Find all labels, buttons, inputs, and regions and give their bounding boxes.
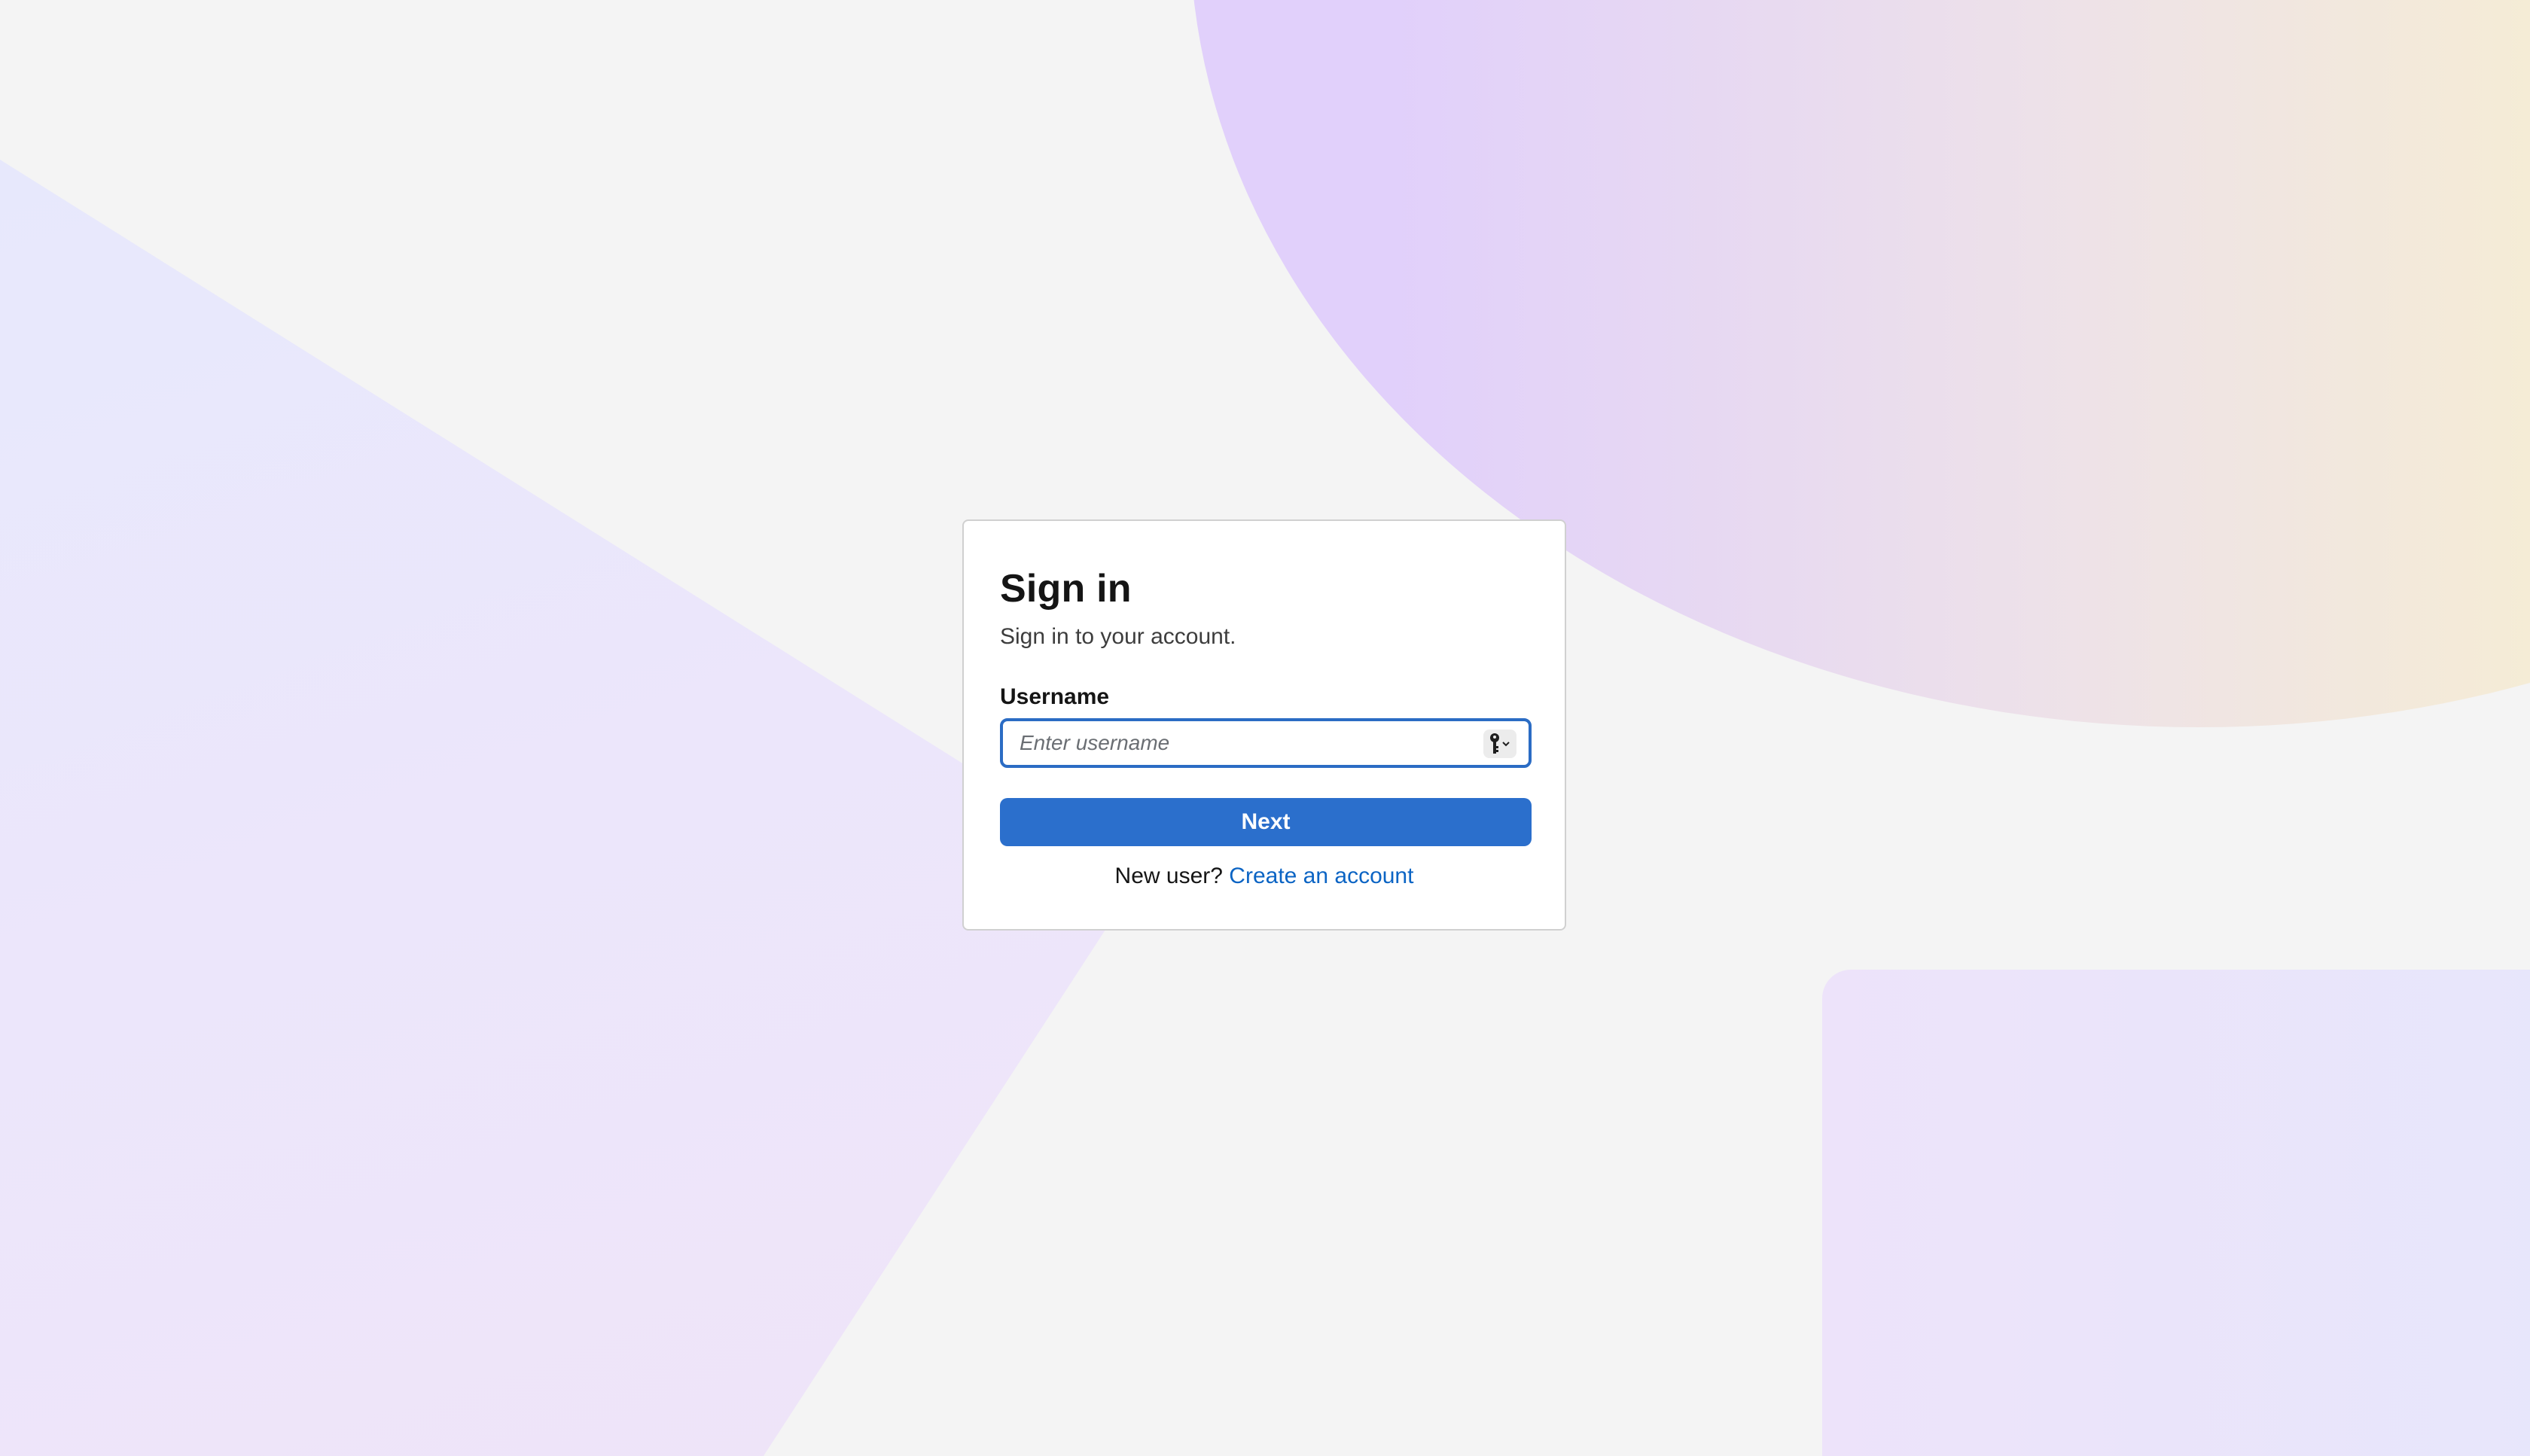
username-label: Username — [1000, 684, 1110, 709]
page-title: Sign in — [1000, 567, 1132, 611]
login-card: Sign in Sign in to your account. Usernam… — [962, 519, 1566, 931]
chevron-down-icon — [1502, 742, 1510, 747]
create-account-link[interactable]: Create an account — [1229, 864, 1413, 888]
login-page: Sign in Sign in to your account. Usernam… — [0, 0, 2530, 1456]
next-button[interactable]: Next — [1000, 798, 1532, 846]
page-subtitle: Sign in to your account. — [1000, 624, 1236, 649]
username-field-wrapper — [1000, 718, 1532, 768]
username-input[interactable] — [1003, 721, 1529, 765]
background-shape-bottom-right — [1822, 970, 2530, 1456]
password-manager-button[interactable] — [1483, 730, 1516, 758]
new-user-text: New user? — [1114, 864, 1223, 888]
key-icon — [1490, 733, 1499, 754]
register-prompt: New user? Create an account — [1000, 861, 1529, 891]
background-shape-left — [0, 160, 1105, 1456]
